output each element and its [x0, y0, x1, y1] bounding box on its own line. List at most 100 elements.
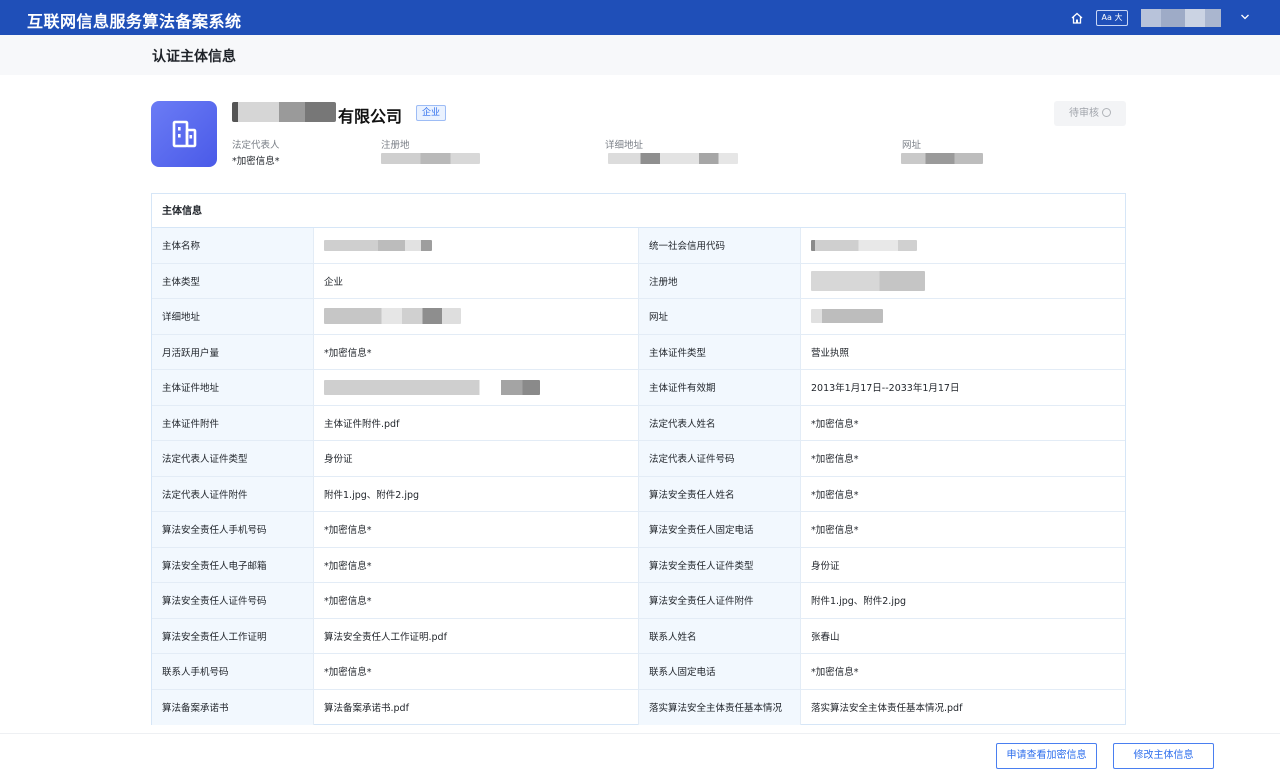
field-label: 算法备案承诺书: [152, 689, 314, 725]
field-label-text: 联系人手机号码: [162, 667, 229, 679]
field-value-text: 营业执照: [811, 347, 850, 359]
field-value-text: 企业: [324, 276, 344, 288]
field-label-text: 联系人姓名: [649, 631, 697, 643]
field-label-text: 主体证件有效期: [649, 383, 716, 395]
redacted-value: [324, 239, 432, 251]
company-name-redacted: [232, 102, 336, 122]
redacted-value: [324, 379, 540, 395]
user-name[interactable]: [1141, 9, 1221, 27]
redacted-value: [324, 308, 461, 325]
table-row: 月活跃用户量 *加密信息* 主体证件类型 营业执照: [152, 334, 1125, 370]
field-value: [801, 264, 1125, 299]
field-label-text: 主体证件附件: [162, 418, 220, 430]
field-label: 法定代表人证件附件: [152, 476, 314, 511]
page-header: 认证主体信息: [0, 35, 1280, 75]
field-label-text: 算法安全责任人固定电话: [649, 525, 754, 537]
home-icon[interactable]: [1070, 11, 1084, 25]
field-value-text: *加密信息*: [811, 454, 859, 466]
field-label: 注册地: [639, 263, 801, 298]
edit-entity-button[interactable]: 修改主体信息: [1113, 743, 1214, 769]
field-value: 营业执照: [801, 335, 1125, 370]
field-label-text: 注册地: [649, 276, 678, 288]
field-value[interactable]: 算法安全责任人工作证明.pdf: [314, 618, 639, 653]
field-label-text: 算法安全责任人证件类型: [649, 560, 754, 572]
field-label: 网址: [639, 299, 801, 334]
field-label: 法定代表人姓名: [639, 405, 801, 440]
field-value-text: 算法备案承诺书.pdf: [324, 703, 409, 715]
field-label-text: 算法安全责任人姓名: [649, 489, 735, 501]
field-value-text: *加密信息*: [324, 525, 372, 537]
meta-value-legal-rep: *加密信息*: [232, 156, 280, 167]
field-value[interactable]: 附件1.jpg、附件2.jpg: [314, 476, 639, 511]
field-value: *加密信息*: [314, 654, 639, 689]
building-icon: [172, 120, 197, 148]
meta-label-address: 详细地址: [605, 140, 644, 151]
field-label: 联系人固定电话: [639, 654, 801, 689]
company-name: 有限公司: [338, 107, 403, 126]
request-view-encrypted-button[interactable]: 申请查看加密信息: [996, 743, 1097, 769]
status-button: 待审核: [1054, 101, 1126, 126]
field-label-text: 法定代表人证件号码: [649, 454, 735, 466]
top-bar: 互联网信息服务算法备案系统 Aa 大: [0, 0, 1280, 35]
field-label: 主体证件有效期: [639, 370, 801, 405]
table-row: 算法备案承诺书 算法备案承诺书.pdf 落实算法安全主体责任基本情况 落实算法安全主体…: [152, 689, 1125, 726]
field-value-text: *加密信息*: [811, 667, 859, 679]
field-label-text: 算法备案承诺书: [162, 703, 229, 715]
meta-value-address-redacted: [608, 153, 738, 164]
field-value[interactable]: 附件1.jpg、附件2.jpg: [801, 583, 1125, 618]
field-label: 详细地址: [152, 299, 314, 334]
table-row: 联系人手机号码 *加密信息* 联系人固定电话 *加密信息*: [152, 654, 1125, 690]
field-value-text: 附件1.jpg、附件2.jpg: [811, 596, 907, 608]
field-label: 算法安全责任人电子邮箱: [152, 547, 314, 582]
field-value-text: *加密信息*: [324, 560, 372, 572]
app-title: 互联网信息服务算法备案系统: [27, 12, 242, 31]
field-value: 企业: [314, 263, 639, 298]
table-row: 法定代表人证件附件 附件1.jpg、附件2.jpg 算法安全责任人姓名 *加密信息*: [152, 476, 1125, 512]
field-label-text: 算法安全责任人证件附件: [649, 596, 754, 608]
field-value: *加密信息*: [801, 477, 1125, 512]
status-label: 待审核: [1069, 108, 1099, 119]
meta-value-website-redacted: [901, 153, 983, 164]
field-value: *加密信息*: [801, 441, 1125, 476]
font-size-toggle[interactable]: Aa 大: [1096, 10, 1128, 26]
entity-type-badge: 企业: [416, 105, 447, 121]
field-value: 身份证: [314, 441, 639, 476]
field-value: [801, 228, 1125, 263]
table-row: 算法安全责任人工作证明 算法安全责任人工作证明.pdf 联系人姓名 张春山: [152, 618, 1125, 654]
field-value[interactable]: 主体证件附件.pdf: [314, 405, 639, 440]
field-label-text: 主体类型: [162, 276, 201, 288]
field-value: *加密信息*: [801, 406, 1125, 441]
table-row: 算法安全责任人证件号码 *加密信息* 算法安全责任人证件附件 附件1.jpg、附件2.…: [152, 583, 1125, 619]
table-row: 算法安全责任人电子邮箱 *加密信息* 算法安全责任人证件类型 身份证: [152, 547, 1125, 583]
field-label: 主体名称: [152, 228, 314, 263]
table-row: 详细地址 网址: [152, 299, 1125, 335]
field-value: 张春山: [801, 619, 1125, 654]
clock-icon: [1102, 107, 1111, 117]
field-value-text: 算法安全责任人工作证明.pdf: [324, 631, 447, 643]
field-label: 月活跃用户量: [152, 334, 314, 369]
field-value: *加密信息*: [801, 654, 1125, 689]
field-value[interactable]: 落实算法安全主体责任基本情况.pdf: [801, 690, 1125, 726]
entity-logo: [151, 101, 217, 167]
table-row: 主体证件附件 主体证件附件.pdf 法定代表人姓名 *加密信息*: [152, 405, 1125, 441]
meta-label-website: 网址: [902, 140, 922, 151]
field-label-text: 主体证件类型: [649, 347, 707, 359]
field-value: *加密信息*: [314, 334, 639, 369]
field-value[interactable]: 算法备案承诺书.pdf: [314, 689, 639, 725]
field-label-text: 法定代表人证件附件: [162, 489, 248, 501]
field-label-text: 联系人固定电话: [649, 667, 716, 679]
field-value-text: 2013年1月17日--2033年1月17日: [811, 383, 960, 395]
field-label: 算法安全责任人证件类型: [639, 547, 801, 582]
field-label: 算法安全责任人固定电话: [639, 512, 801, 547]
page-title: 认证主体信息: [152, 49, 236, 65]
field-label: 算法安全责任人手机号码: [152, 512, 314, 547]
field-label: 法定代表人证件号码: [639, 441, 801, 476]
field-label: 主体证件附件: [152, 405, 314, 440]
field-label: 算法安全责任人证件号码: [152, 583, 314, 618]
field-label-text: 详细地址: [162, 312, 201, 324]
field-label-text: 网址: [649, 312, 669, 324]
table-row: 主体名称 统一社会信用代码: [152, 228, 1125, 264]
field-value-text: 附件1.jpg、附件2.jpg: [324, 489, 420, 501]
field-value-text: 主体证件附件.pdf: [324, 418, 400, 430]
chevron-down-icon[interactable]: [1240, 12, 1250, 22]
